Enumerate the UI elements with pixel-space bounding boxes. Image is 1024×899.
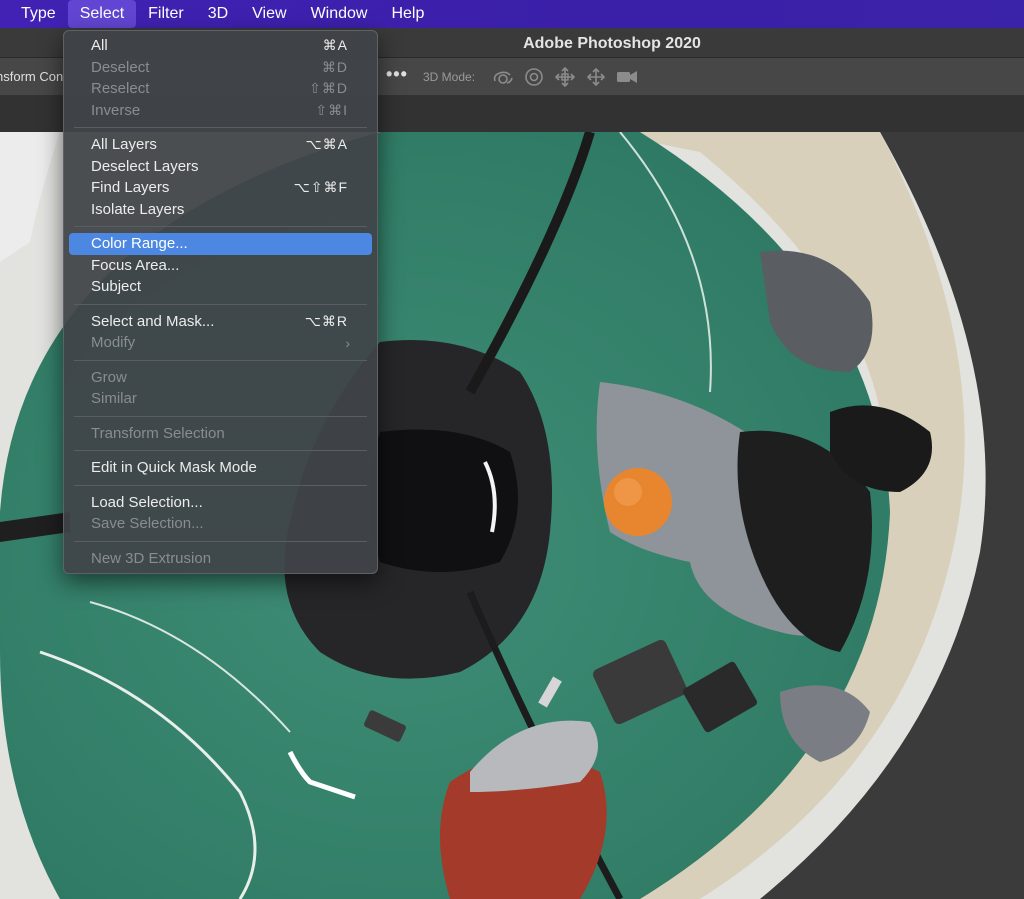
menu-item-label: Save Selection... [91,515,204,533]
shortcut-label: ⌥⌘R [304,312,348,329]
menu-item-label: Load Selection... [91,493,203,511]
menu-select[interactable]: Select [67,0,137,28]
menu-item-label: Find Layers [91,179,170,197]
roll-3d-icon[interactable] [522,66,546,88]
menu-item-color-range[interactable]: Color Range... [69,233,372,255]
menu-separator [74,484,367,486]
menu-item-similar: Similar [69,388,372,410]
menu-item-label: Focus Area... [91,256,180,274]
menu-separator [74,303,367,305]
menu-window[interactable]: Window [299,0,380,28]
drag-3d-icon[interactable] [553,66,577,88]
menu-item-transform-selection: Transform Selection [69,423,372,445]
menu-item-label: Deselect Layers [91,157,199,175]
shortcut-label: ⌘A [322,37,348,54]
menu-item-save-selection: Save Selection... [69,513,372,535]
menu-item-label: Color Range... [91,235,188,253]
menu-help[interactable]: Help [379,0,436,28]
shortcut-label: ⇧⌘I [315,101,348,118]
menu-item-label: Deselect [91,58,150,76]
menu-item-focus-area[interactable]: Focus Area... [69,255,372,277]
menu-separator [74,540,367,542]
select-menu-dropdown: All ⌘A Deselect ⌘D Reselect ⇧⌘D Inverse … [63,30,378,574]
menu-filter[interactable]: Filter [136,0,196,28]
menu-item-grow: Grow [69,367,372,389]
menu-view[interactable]: View [240,0,298,28]
menu-item-label: Inverse [91,101,141,119]
menu-bar: Type Select Filter 3D View Window Help [0,0,1024,28]
menu-item-label: All Layers [91,136,157,154]
shortcut-label: ⌥⇧⌘F [293,179,348,196]
menu-item-new-3d-extrusion: New 3D Extrusion [69,548,372,570]
menu-item-subject[interactable]: Subject [69,276,372,298]
menu-item-quick-mask-mode[interactable]: Edit in Quick Mask Mode [69,457,372,479]
menu-item-deselect-layers[interactable]: Deselect Layers [69,156,372,178]
app-title: Adobe Photoshop 2020 [523,35,701,52]
menu-item-label: Subject [91,278,142,296]
shortcut-label: ⌘D [321,58,348,75]
menu-item-label: Isolate Layers [91,200,185,218]
menu-item-reselect: Reselect ⇧⌘D [69,78,372,100]
menu-item-all-layers[interactable]: All Layers ⌥⌘A [69,134,372,156]
menu-separator [74,226,367,227]
menu-item-isolate-layers[interactable]: Isolate Layers [69,199,372,221]
menu-item-label: Grow [91,368,127,386]
transform-controls-label[interactable]: nsform Con [0,69,63,84]
submenu-arrow-icon: › [345,334,350,351]
menu-separator [74,359,367,361]
orbit-3d-icon[interactable] [491,66,515,88]
menu-item-find-layers[interactable]: Find Layers ⌥⇧⌘F [69,177,372,199]
menu-item-select-and-mask[interactable]: Select and Mask... ⌥⌘R [69,311,372,333]
camera-3d-icon[interactable] [615,66,639,88]
menu-separator [74,415,367,417]
menu-item-label: Modify [91,334,136,352]
menu-item-label: Reselect [91,80,150,98]
menu-item-label: All [91,37,108,55]
menu-item-inverse: Inverse ⇧⌘I [69,100,372,122]
slide-3d-icon[interactable] [584,66,608,88]
menu-item-label: Select and Mask... [91,312,215,330]
menu-item-all[interactable]: All ⌘A [69,35,372,57]
menu-item-label: Transform Selection [91,424,225,442]
more-options-button[interactable]: ••• [386,64,408,85]
menu-item-label: Edit in Quick Mask Mode [91,459,257,477]
3d-mode-label: 3D Mode: [423,70,476,84]
menu-item-deselect: Deselect ⌘D [69,57,372,79]
menu-separator [74,450,367,451]
menu-item-modify: Modify › [69,332,372,354]
menu-3d[interactable]: 3D [196,0,240,28]
menu-item-load-selection[interactable]: Load Selection... [69,492,372,514]
menu-item-label: New 3D Extrusion [91,549,212,567]
shortcut-label: ⇧⌘D [309,80,348,97]
menu-type[interactable]: Type [0,0,68,28]
shortcut-label: ⌥⌘A [305,136,348,153]
menu-separator [74,127,367,128]
menu-item-label: Similar [91,390,137,408]
